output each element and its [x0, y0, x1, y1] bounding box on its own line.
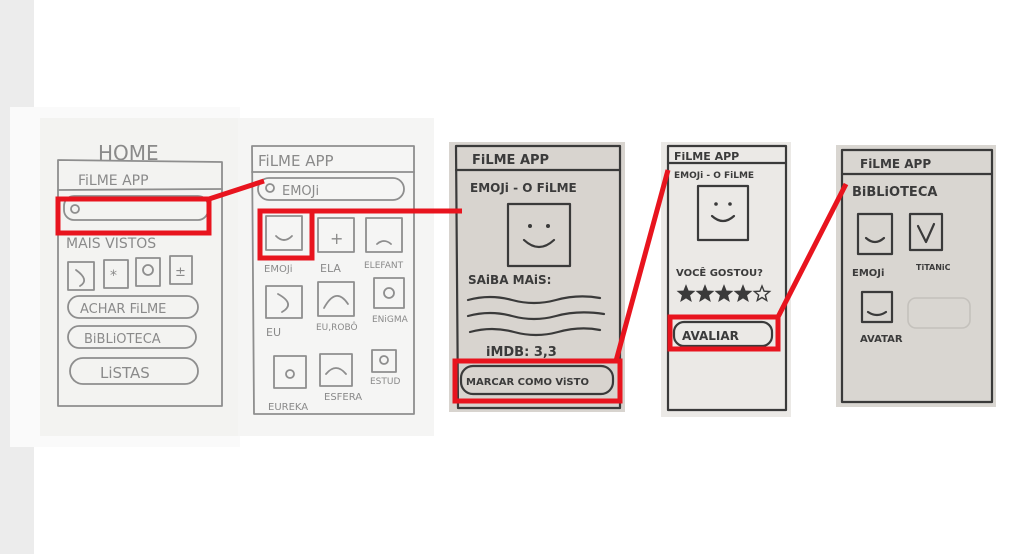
screen5-app-title: FiLME APP	[860, 157, 931, 171]
svg-text:EMOJi: EMOJi	[852, 268, 884, 279]
screen3-movie-title: EMOJi - O FiLME	[470, 181, 577, 195]
screen4-movie-title: EMOJi - O FiLME	[674, 171, 754, 181]
screen4-rate: FiLME APP EMOJi - O FiLME VOCÊ GOSTOU? A…	[661, 142, 791, 417]
svg-text:+: +	[330, 229, 343, 248]
svg-text:EMOJi: EMOJi	[264, 264, 293, 275]
screen3-app-title: FiLME APP	[472, 153, 549, 168]
screen3-more-label: SAiBA MAiS:	[468, 273, 551, 287]
svg-text:TiTANiC: TiTANiC	[916, 263, 951, 272]
screen5-library: FiLME APP BiBLiOTECA EMOJi TiTANiC AVATA…	[836, 145, 996, 407]
svg-text:BiBLiOTECA: BiBLiOTECA	[84, 332, 161, 347]
svg-text:EUREKA: EUREKA	[268, 402, 308, 413]
screen3-imdb-score: iMDB: 3,3	[486, 345, 557, 360]
svg-text:AVALIAR: AVALIAR	[682, 329, 739, 343]
screen1-home: HOME FiLME APP MAIS VISTOS * ± ACHAR FiL…	[40, 118, 242, 436]
svg-text:MARCAR COMO ViSTO: MARCAR COMO ViSTO	[466, 377, 589, 388]
svg-text:*: *	[110, 268, 117, 284]
svg-text:ENiGMA: ENiGMA	[372, 315, 409, 325]
screen1-paper	[40, 118, 242, 436]
screen1-app-title: FiLME APP	[78, 173, 149, 189]
screen4-paper	[661, 142, 791, 417]
svg-text:ESFERA: ESFERA	[324, 392, 362, 403]
screen2-app-title: FiLME APP	[258, 152, 334, 170]
storyboard-canvas: HOME FiLME APP MAIS VISTOS * ± ACHAR FiL…	[40, 118, 996, 436]
svg-text:EU: EU	[266, 326, 281, 339]
svg-text:LiSTAS: LiSTAS	[100, 364, 150, 382]
screen1-section-title: MAIS VISTOS	[66, 236, 156, 252]
screen2-search-results: FiLME APP EMOJi EMOJi + ELA ELEFANT EU E…	[238, 118, 434, 436]
svg-text:AVATAR: AVATAR	[860, 334, 903, 345]
svg-text:ESTUD: ESTUD	[370, 377, 400, 387]
svg-text:±: ±	[175, 265, 186, 280]
svg-text:ELEFANT: ELEFANT	[364, 261, 404, 271]
screen4-app-title: FiLME APP	[674, 150, 739, 163]
screen4-question: VOCÊ GOSTOU?	[676, 266, 763, 279]
svg-text:EMOJi: EMOJi	[282, 184, 319, 199]
svg-text:ACHAR FiLME: ACHAR FiLME	[80, 302, 166, 317]
screen3-movie-detail: FiLME APP EMOJi - O FiLME SAiBA MAiS: iM…	[449, 142, 625, 412]
svg-text:ELA: ELA	[320, 262, 341, 275]
svg-text:EU,ROBÔ: EU,ROBÔ	[316, 321, 358, 333]
screen5-section-title: BiBLiOTECA	[852, 185, 937, 200]
